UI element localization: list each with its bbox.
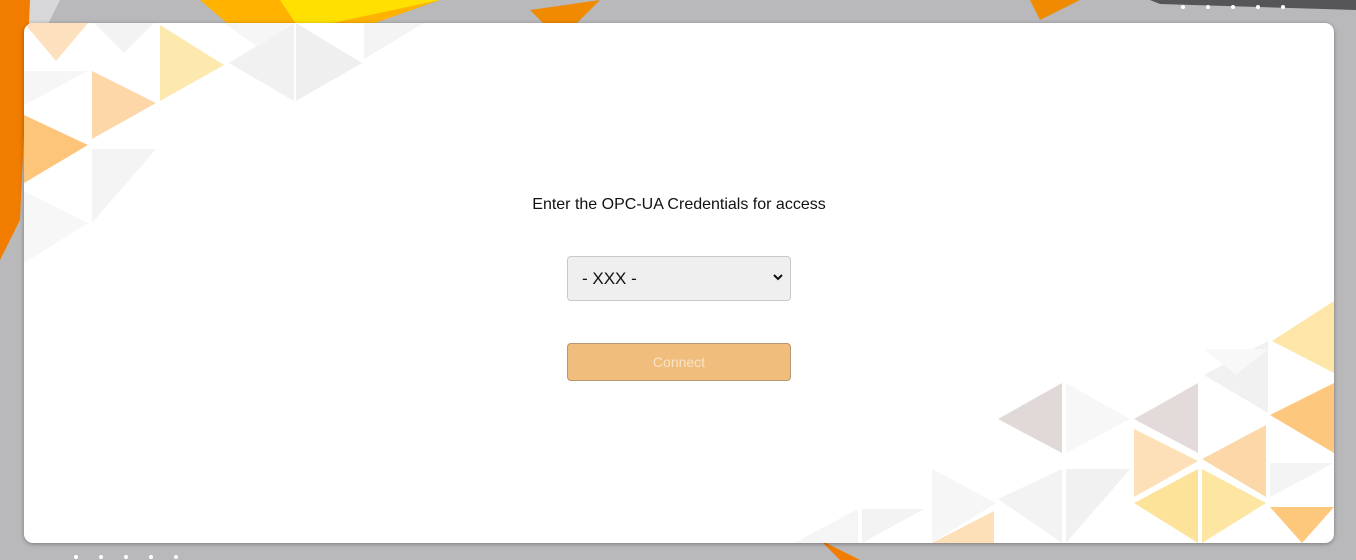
login-card: Enter the OPC-UA Credentials for access … [24,23,1334,543]
credentials-prompt: Enter the OPC-UA Credentials for access [532,196,826,213]
credential-select-wrapper: - XXX - [567,256,791,301]
connect-button[interactable]: Connect [567,343,791,381]
credential-select[interactable]: - XXX - [567,256,791,301]
